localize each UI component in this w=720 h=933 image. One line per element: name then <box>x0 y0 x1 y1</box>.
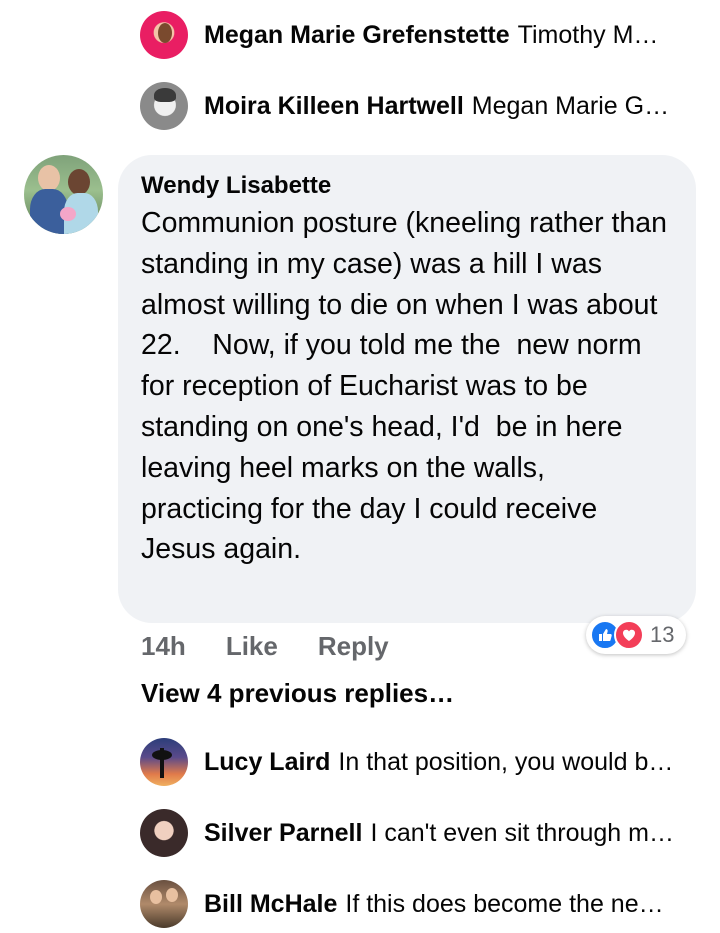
reply-author[interactable]: Moira Killeen Hartwell <box>204 92 464 120</box>
reply-snippet: I can't even sit through m… <box>370 818 674 847</box>
reply-snippet: Timothy M… <box>517 20 659 49</box>
reply-button[interactable]: Reply <box>318 631 389 662</box>
reply-row[interactable]: Silver Parnell I can't even sit through m… <box>140 809 692 857</box>
reply-row[interactable]: Lucy Laird In that position, you would b… <box>140 738 692 786</box>
reply-row[interactable]: Megan Marie Grefenstette Timothy M… <box>140 11 692 59</box>
reply-text: Silver Parnell I can't even sit through m… <box>204 819 692 848</box>
reply-snippet: Megan Marie G… <box>471 91 670 120</box>
love-icon <box>614 620 644 650</box>
reply-row[interactable]: Bill McHale If this does become the ne… <box>140 880 692 928</box>
reply-text: Bill McHale If this does become the ne… <box>204 890 692 919</box>
avatar[interactable] <box>140 11 188 59</box>
reply-author[interactable]: Bill McHale <box>204 890 337 918</box>
avatar[interactable] <box>140 880 188 928</box>
reply-text: Megan Marie Grefenstette Timothy M… <box>204 21 692 50</box>
view-previous-replies-link[interactable]: View 4 previous replies… <box>141 678 454 709</box>
reply-author[interactable]: Lucy Laird <box>204 748 330 776</box>
comment-author[interactable]: Wendy Lisabette <box>141 171 674 201</box>
reply-snippet: If this does become the ne… <box>345 889 664 918</box>
avatar[interactable] <box>24 155 103 234</box>
reply-text: Moira Killeen Hartwell Megan Marie G… <box>204 92 692 121</box>
reactions-summary[interactable]: 13 <box>586 616 687 654</box>
comment-actions: 14h Like Reply <box>141 626 429 666</box>
reply-author[interactable]: Megan Marie Grefenstette <box>204 21 510 49</box>
reply-snippet: In that position, you would b… <box>338 747 674 776</box>
comment-timestamp[interactable]: 14h <box>141 631 186 662</box>
reaction-count: 13 <box>650 622 675 647</box>
reply-text: Lucy Laird In that position, you would b… <box>204 748 692 777</box>
like-button[interactable]: Like <box>226 631 278 662</box>
reply-author[interactable]: Silver Parnell <box>204 819 362 847</box>
avatar[interactable] <box>140 809 188 857</box>
reply-row[interactable]: Moira Killeen Hartwell Megan Marie G… <box>140 82 692 130</box>
comment-text: Communion posture (kneeling rather than … <box>141 207 675 566</box>
comment-bubble: Wendy Lisabette Communion posture (kneel… <box>118 155 696 623</box>
avatar[interactable] <box>140 738 188 786</box>
avatar[interactable] <box>140 82 188 130</box>
